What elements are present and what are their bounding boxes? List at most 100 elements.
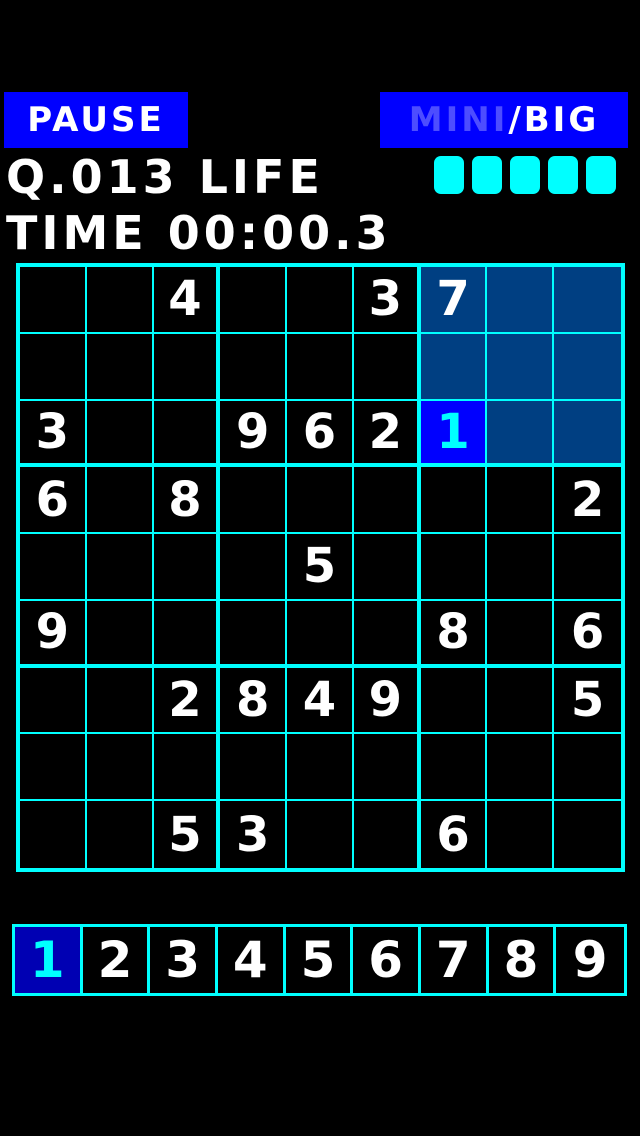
board-cell-r7-c9[interactable]: 5 bbox=[554, 668, 621, 735]
board-cell-r4-c9[interactable]: 2 bbox=[554, 467, 621, 535]
board-cell-r2-c7[interactable] bbox=[420, 333, 488, 401]
board-cell-r3-c3[interactable] bbox=[153, 400, 221, 468]
board-cell-r8-c1[interactable] bbox=[20, 734, 87, 802]
board-cell-r8-c4[interactable] bbox=[220, 734, 288, 802]
board-cell-r9-c6[interactable] bbox=[354, 801, 421, 868]
board-cell-r1-c2[interactable] bbox=[86, 267, 154, 334]
board-cell-r5-c3[interactable] bbox=[153, 534, 221, 601]
board-cell-r9-c7[interactable]: 6 bbox=[421, 801, 488, 868]
board-cell-r9-c5[interactable] bbox=[287, 801, 354, 868]
time-label: TIME bbox=[6, 206, 148, 260]
time-value: 00:00.3 bbox=[167, 206, 392, 260]
board-cell-r6-c7[interactable]: 8 bbox=[420, 600, 488, 668]
number-key-8[interactable]: 8 bbox=[489, 927, 557, 993]
board-cell-r2-c3[interactable] bbox=[153, 333, 221, 401]
big-label: BIG bbox=[523, 100, 600, 140]
board-cell-r1-c7[interactable]: 7 bbox=[420, 267, 488, 334]
board-cell-r3-c8[interactable] bbox=[487, 400, 555, 468]
board-cell-r7-c8[interactable] bbox=[487, 667, 555, 735]
board-cell-r8-c9[interactable] bbox=[554, 734, 621, 802]
board-cell-r2-c8[interactable] bbox=[487, 333, 555, 401]
number-key-5[interactable]: 5 bbox=[286, 927, 354, 993]
board-cell-r5-c7[interactable] bbox=[420, 534, 488, 601]
board-cell-r3-c7[interactable]: 1 bbox=[420, 400, 488, 468]
size-separator: / bbox=[508, 100, 524, 140]
board-cell-r1-c5[interactable] bbox=[287, 267, 354, 334]
board-cell-r9-c9[interactable] bbox=[554, 801, 621, 868]
board-cell-r6-c8[interactable] bbox=[487, 600, 555, 668]
board-cell-r8-c8[interactable] bbox=[487, 734, 555, 802]
number-key-9[interactable]: 9 bbox=[556, 927, 624, 993]
board-cell-r2-c6[interactable] bbox=[353, 333, 421, 401]
board-cell-r5-c4[interactable] bbox=[220, 534, 288, 601]
board-cell-r2-c1[interactable] bbox=[20, 333, 87, 401]
board-cell-r6-c9[interactable]: 6 bbox=[554, 601, 621, 668]
board-cell-r7-c4[interactable]: 8 bbox=[220, 667, 288, 735]
board-cell-r1-c8[interactable] bbox=[487, 267, 555, 334]
board-cell-r8-c6[interactable] bbox=[353, 734, 421, 802]
board-cell-r9-c4[interactable]: 3 bbox=[220, 801, 288, 868]
question-number: Q.013 bbox=[6, 150, 179, 204]
board-cell-r2-c2[interactable] bbox=[86, 333, 154, 401]
mini-big-toggle-button[interactable]: MINI/BIG bbox=[380, 92, 628, 148]
board-cell-r3-c1[interactable]: 3 bbox=[20, 400, 87, 468]
board-cell-r4-c3[interactable]: 8 bbox=[153, 467, 221, 535]
board-cell-r4-c6[interactable] bbox=[353, 467, 421, 535]
board-cell-r5-c2[interactable] bbox=[86, 534, 154, 601]
board-cell-r7-c2[interactable] bbox=[86, 667, 154, 735]
board-cell-r4-c4[interactable] bbox=[220, 467, 288, 535]
board-cell-r1-c6[interactable]: 3 bbox=[353, 267, 421, 334]
number-key-3[interactable]: 3 bbox=[150, 927, 218, 993]
number-key-1[interactable]: 1 bbox=[15, 927, 83, 993]
board-cell-r7-c1[interactable] bbox=[20, 667, 87, 735]
timer-line: TIME 00:00.3 bbox=[6, 204, 392, 262]
board-cell-r9-c8[interactable] bbox=[487, 801, 555, 868]
board-cell-r6-c3[interactable] bbox=[153, 600, 221, 668]
board-cell-r9-c1[interactable] bbox=[20, 801, 87, 868]
board-cell-r1-c4[interactable] bbox=[220, 267, 288, 334]
board-cell-r6-c2[interactable] bbox=[86, 600, 154, 668]
board-cell-r8-c2[interactable] bbox=[86, 734, 154, 802]
board-cell-r1-c9[interactable] bbox=[554, 267, 621, 334]
number-key-2[interactable]: 2 bbox=[83, 927, 151, 993]
board-cell-r2-c4[interactable] bbox=[220, 333, 288, 401]
board-cell-r7-c5[interactable]: 4 bbox=[287, 667, 354, 735]
board-cell-r4-c1[interactable]: 6 bbox=[20, 467, 87, 535]
board-cell-r3-c5[interactable]: 6 bbox=[287, 400, 354, 468]
number-key-6[interactable]: 6 bbox=[353, 927, 421, 993]
board-cell-r6-c1[interactable]: 9 bbox=[20, 600, 87, 668]
board-cell-r5-c9[interactable] bbox=[554, 534, 621, 601]
board-cell-r6-c6[interactable] bbox=[353, 600, 421, 668]
board-cell-r7-c7[interactable] bbox=[420, 667, 488, 735]
board-cell-r6-c5[interactable] bbox=[287, 600, 354, 668]
board-cell-r4-c5[interactable] bbox=[287, 467, 354, 535]
number-key-7[interactable]: 7 bbox=[421, 927, 489, 993]
board-cell-r3-c6[interactable]: 2 bbox=[353, 400, 421, 468]
board-cell-r5-c1[interactable] bbox=[20, 534, 87, 601]
board-cell-r8-c5[interactable] bbox=[287, 734, 354, 802]
board-cell-r2-c9[interactable] bbox=[554, 333, 621, 401]
board-cell-r6-c4[interactable] bbox=[220, 600, 288, 668]
board-cell-r9-c2[interactable] bbox=[87, 801, 154, 868]
board-cell-r1-c3[interactable]: 4 bbox=[153, 267, 221, 334]
board-cell-r3-c4[interactable]: 9 bbox=[220, 400, 288, 468]
board-cell-r7-c3[interactable]: 2 bbox=[153, 667, 221, 735]
number-pad: 123456789 bbox=[12, 924, 627, 996]
board-cell-r4-c2[interactable] bbox=[86, 467, 154, 535]
pause-button[interactable]: PAUSE bbox=[4, 92, 188, 148]
life-block bbox=[434, 156, 464, 194]
board-cell-r1-c1[interactable] bbox=[20, 267, 87, 334]
board-cell-r4-c8[interactable] bbox=[487, 467, 555, 535]
board-cell-r8-c7[interactable] bbox=[420, 734, 488, 802]
number-key-4[interactable]: 4 bbox=[218, 927, 286, 993]
board-cell-r9-c3[interactable]: 5 bbox=[154, 801, 221, 868]
board-cell-r7-c6[interactable]: 9 bbox=[353, 667, 421, 735]
board-cell-r3-c9[interactable] bbox=[554, 400, 621, 468]
board-cell-r2-c5[interactable] bbox=[287, 333, 354, 401]
board-cell-r3-c2[interactable] bbox=[86, 400, 154, 468]
board-cell-r5-c5[interactable]: 5 bbox=[287, 534, 354, 601]
board-cell-r4-c7[interactable] bbox=[420, 467, 488, 535]
board-cell-r5-c8[interactable] bbox=[487, 534, 555, 601]
board-cell-r5-c6[interactable] bbox=[353, 534, 421, 601]
board-cell-r8-c3[interactable] bbox=[153, 734, 221, 802]
